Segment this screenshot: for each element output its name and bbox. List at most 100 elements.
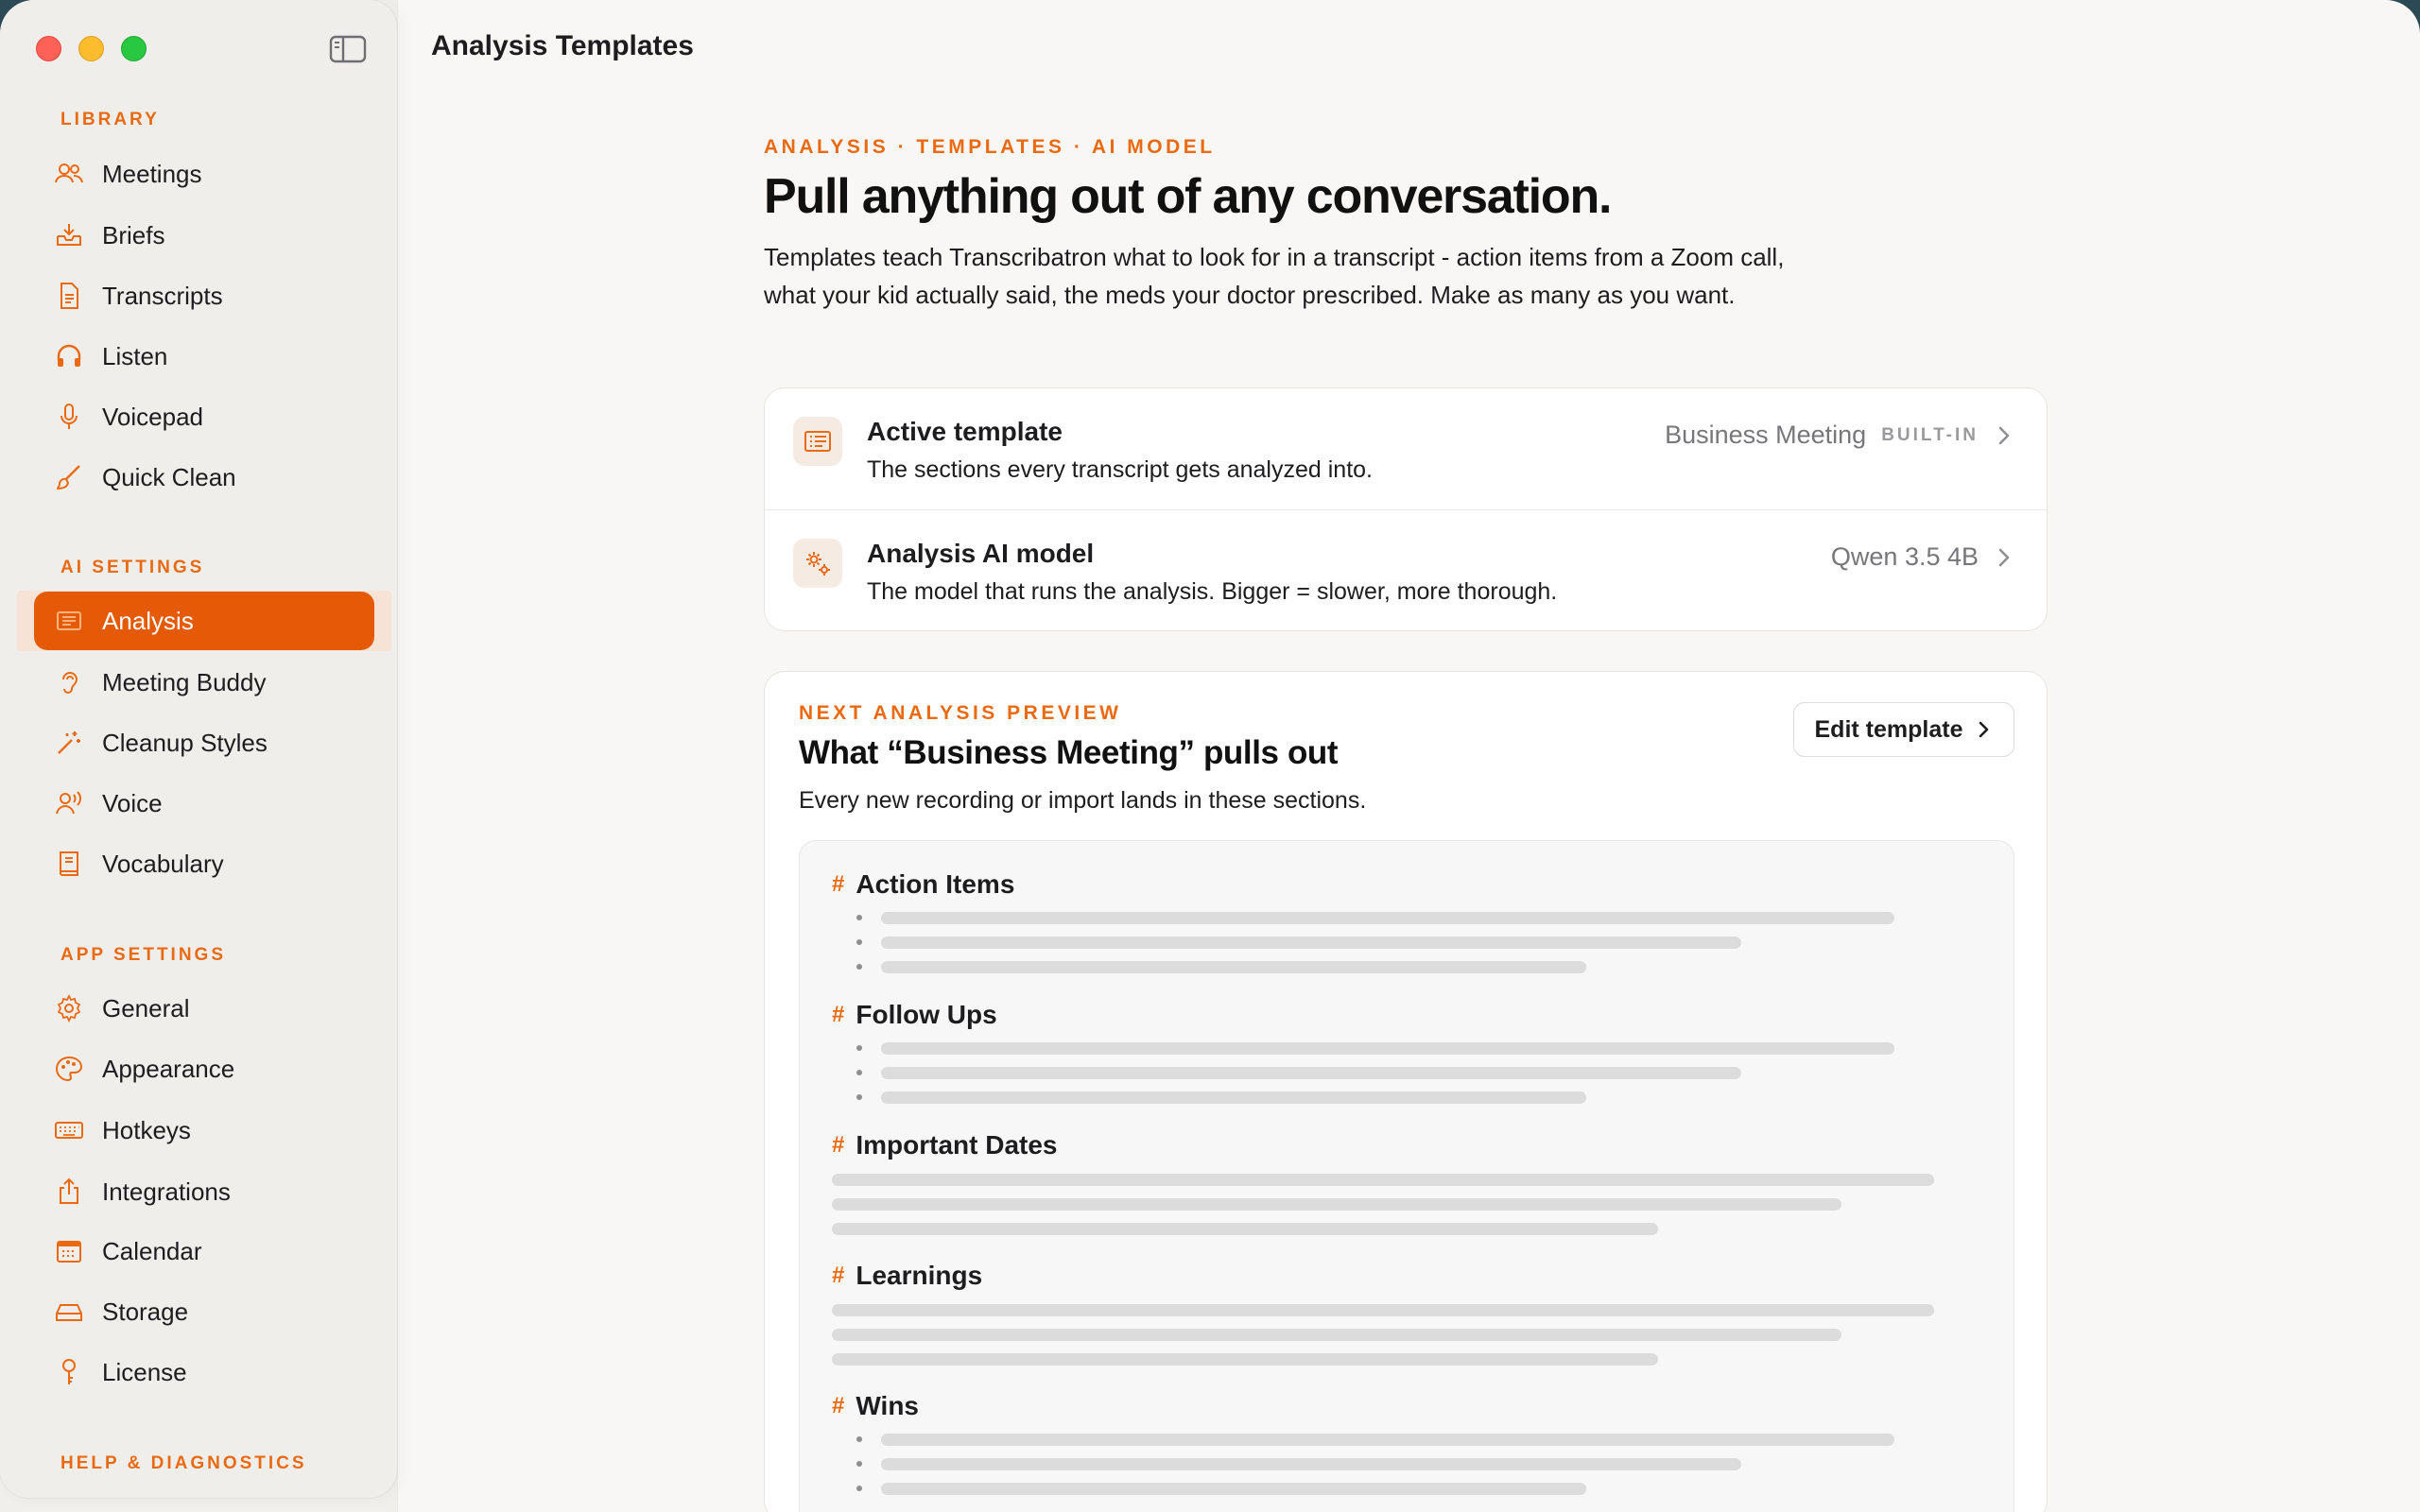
sidebar-item-voicepad[interactable]: Voicepad bbox=[34, 387, 374, 446]
template-sections-preview: # Action Items # Follow Ups # Important Dat bbox=[799, 840, 2014, 1512]
sidebar-item-label: Cleanup Styles bbox=[102, 728, 268, 757]
section-title: Important Dates bbox=[856, 1130, 1058, 1160]
analysis-model-value: Qwen 3.5 4B bbox=[1831, 542, 2014, 572]
sidebar-item-general[interactable]: General bbox=[34, 979, 374, 1038]
placeholder-bullets bbox=[832, 1036, 1966, 1109]
magic-wand-icon bbox=[51, 725, 87, 761]
sidebar: LIBRARY Meetings Briefs Transcripts List… bbox=[0, 0, 397, 1512]
microphone-icon bbox=[51, 399, 87, 435]
sidebar-item-appearance[interactable]: Appearance bbox=[34, 1040, 374, 1098]
hash-icon: # bbox=[832, 1132, 845, 1158]
section-important-dates: # Important Dates bbox=[832, 1130, 1966, 1247]
window-title: Analysis Templates bbox=[431, 30, 694, 61]
palette-icon bbox=[51, 1051, 87, 1087]
brush-icon bbox=[51, 459, 87, 495]
person-wave-icon bbox=[51, 785, 87, 821]
close-window-button[interactable] bbox=[36, 36, 61, 61]
minimize-window-button[interactable] bbox=[78, 36, 104, 61]
chevron-right-icon bbox=[1998, 426, 2010, 444]
analysis-model-subtitle: The model that runs the analysis. Bigger… bbox=[867, 578, 1558, 605]
settings-card: Active template The sections every trans… bbox=[764, 387, 2048, 631]
calendar-icon bbox=[51, 1233, 87, 1269]
section-label-library: LIBRARY bbox=[60, 110, 160, 129]
section-title: Follow Ups bbox=[856, 1000, 997, 1029]
active-template-name: Business Meeting bbox=[1665, 421, 1867, 449]
section-label-ai-settings: AI SETTINGS bbox=[60, 558, 205, 577]
page-eyebrow: ANALYSIS · TEMPLATES · AI MODEL bbox=[764, 136, 1216, 158]
preview-card: NEXT ANALYSIS PREVIEW What “Business Mee… bbox=[764, 671, 2048, 1512]
sidebar-item-license[interactable]: License bbox=[34, 1343, 374, 1401]
chevron-right-icon bbox=[1979, 721, 1989, 738]
sidebar-item-label: Appearance bbox=[102, 1054, 235, 1083]
section-title: Learnings bbox=[856, 1261, 983, 1290]
document-icon bbox=[51, 278, 87, 314]
section-follow-ups: # Follow Ups bbox=[832, 1000, 1966, 1109]
sidebar-item-label: Analysis bbox=[102, 606, 194, 635]
hash-icon: # bbox=[832, 871, 845, 897]
hash-icon: # bbox=[832, 1393, 845, 1418]
sidebar-item-storage[interactable]: Storage bbox=[34, 1282, 374, 1341]
share-icon bbox=[51, 1174, 87, 1210]
drive-icon bbox=[51, 1294, 87, 1330]
app-window: LIBRARY Meetings Briefs Transcripts List… bbox=[0, 0, 2420, 1512]
window-controls bbox=[36, 36, 147, 61]
sidebar-item-label: Meetings bbox=[102, 159, 202, 188]
sidebar-item-label: Listen bbox=[102, 341, 168, 370]
gears-icon bbox=[793, 539, 842, 588]
people-icon bbox=[51, 156, 87, 192]
active-template-title: Active template bbox=[867, 417, 1063, 446]
placeholder-paragraph bbox=[832, 1174, 1966, 1235]
book-icon bbox=[51, 846, 87, 882]
section-title: Action Items bbox=[856, 869, 1015, 899]
sidebar-item-label: Transcripts bbox=[102, 281, 223, 310]
analysis-model-title: Analysis AI model bbox=[867, 539, 1095, 568]
sidebar-item-cleanup-styles[interactable]: Cleanup Styles bbox=[34, 713, 374, 772]
gear-icon bbox=[51, 990, 87, 1026]
active-template-row[interactable]: Active template The sections every trans… bbox=[765, 388, 2047, 509]
hash-icon: # bbox=[832, 1002, 845, 1027]
ear-icon bbox=[51, 664, 87, 700]
sidebar-item-listen[interactable]: Listen bbox=[34, 327, 374, 386]
analysis-model-name: Qwen 3.5 4B bbox=[1830, 542, 1979, 571]
sidebar-item-vocabulary[interactable]: Vocabulary bbox=[34, 834, 374, 893]
template-icon bbox=[793, 417, 842, 466]
chevron-right-icon bbox=[1998, 548, 2010, 566]
section-label-app-settings: APP SETTINGS bbox=[60, 945, 227, 965]
sidebar-item-label: Calendar bbox=[102, 1236, 202, 1265]
sidebar-item-quick-clean[interactable]: Quick Clean bbox=[34, 448, 374, 507]
sidebar-item-label: General bbox=[102, 993, 190, 1022]
sidebar-item-calendar[interactable]: Calendar bbox=[34, 1222, 374, 1280]
sidebar-item-hotkeys[interactable]: Hotkeys bbox=[34, 1101, 374, 1160]
sidebar-item-meetings[interactable]: Meetings bbox=[34, 145, 374, 203]
sidebar-item-transcripts[interactable]: Transcripts bbox=[34, 266, 374, 325]
sidebar-item-integrations[interactable]: Integrations bbox=[34, 1162, 374, 1221]
sidebar-item-label: Meeting Buddy bbox=[102, 667, 267, 696]
tray-download-icon bbox=[51, 217, 87, 253]
section-title: Wins bbox=[856, 1391, 919, 1420]
sidebar-item-label: Hotkeys bbox=[102, 1115, 191, 1144]
placeholder-paragraph bbox=[832, 1304, 1966, 1366]
sidebar-item-analysis[interactable]: Analysis bbox=[34, 592, 374, 650]
sidebar-item-voice[interactable]: Voice bbox=[34, 774, 374, 833]
headphones-icon bbox=[51, 338, 87, 374]
sidebar-item-label: Briefs bbox=[102, 220, 165, 249]
analysis-model-row[interactable]: Analysis AI model The model that runs th… bbox=[765, 509, 2047, 630]
sidebar-toggle-icon[interactable] bbox=[329, 34, 367, 64]
built-in-badge: BUILT-IN bbox=[1881, 424, 1979, 445]
edit-template-button[interactable]: Edit template bbox=[1793, 702, 2014, 757]
active-template-subtitle: The sections every transcript gets analy… bbox=[867, 456, 1373, 483]
sidebar-item-label: Quick Clean bbox=[102, 462, 236, 491]
page-headline: Pull anything out of any conversation. bbox=[764, 169, 1612, 224]
zoom-window-button[interactable] bbox=[121, 36, 147, 61]
sidebar-item-label: Storage bbox=[102, 1297, 189, 1326]
hash-icon: # bbox=[832, 1263, 845, 1288]
preview-subtitle: Every new recording or import lands in t… bbox=[799, 787, 1367, 814]
preview-title: What “Business Meeting” pulls out bbox=[799, 734, 1339, 771]
placeholder-bullets bbox=[832, 1427, 1966, 1501]
active-template-value: Business Meeting BUILT-IN bbox=[1665, 421, 2014, 450]
sidebar-item-briefs[interactable]: Briefs bbox=[34, 206, 374, 265]
section-action-items: # Action Items bbox=[832, 869, 1966, 979]
sidebar-item-label: Vocabulary bbox=[102, 849, 224, 878]
key-icon bbox=[51, 1354, 87, 1390]
sidebar-item-meeting-buddy[interactable]: Meeting Buddy bbox=[34, 653, 374, 712]
